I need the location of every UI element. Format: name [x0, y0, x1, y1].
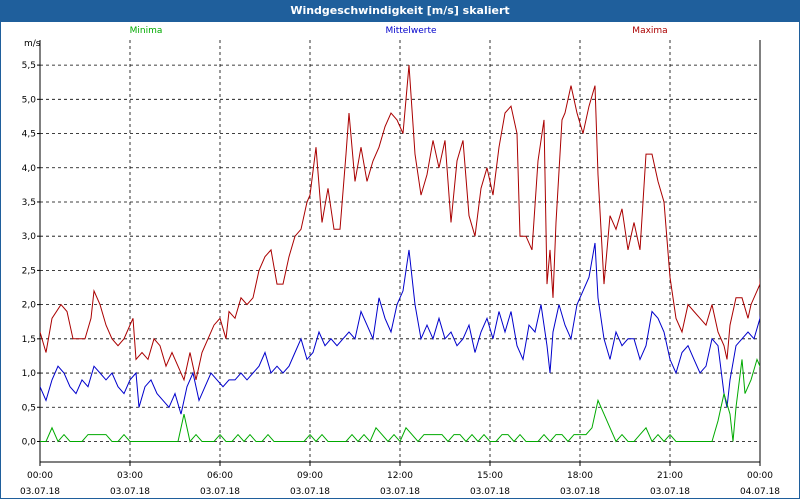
- x-tick-label-date: 03.07.18: [110, 487, 150, 497]
- x-tick-label-date: 03.07.18: [470, 487, 510, 497]
- x-tick-label-time: 21:00: [657, 471, 683, 481]
- series-line-mittelwerte: [40, 242, 760, 415]
- x-tick-label-date: 04.07.18: [740, 487, 780, 497]
- y-tick-label: 0,5: [22, 403, 36, 413]
- y-tick-label: 1,5: [22, 335, 36, 345]
- y-tick-label: 4,5: [22, 130, 36, 140]
- x-tick-label-date: 03.07.18: [380, 487, 420, 497]
- x-tick-label-time: 06:00: [207, 471, 233, 481]
- x-tick-label-date: 03.07.18: [20, 487, 60, 497]
- x-tick-label-date: 03.07.18: [200, 487, 240, 497]
- x-tick-label-date: 03.07.18: [650, 487, 690, 497]
- y-tick-label: 1,0: [22, 369, 37, 379]
- y-tick-label: 3,5: [22, 198, 36, 208]
- y-tick-label: 5,0: [22, 95, 37, 105]
- series-line-maxima: [40, 65, 760, 382]
- y-tick-label: 0,0: [22, 437, 37, 447]
- y-tick-label: 2,0: [22, 301, 37, 311]
- y-tick-label: 5,5: [22, 61, 36, 71]
- x-tick-label-time: 00:00: [27, 471, 53, 481]
- x-tick-label-date: 03.07.18: [290, 487, 330, 497]
- x-tick-label-date: 03.07.18: [560, 487, 600, 497]
- x-tick-label-time: 15:00: [477, 471, 503, 481]
- y-tick-label: 3,0: [22, 232, 37, 242]
- y-tick-label: 2,5: [22, 266, 36, 276]
- chart-svg: m/s 0,0 0,5 1,0 1,5 2,0 2,5 3,0 3,5 4,0 4,5 5,0 5,5…: [20, 39, 780, 497]
- x-tick-label-time: 03:00: [117, 471, 143, 481]
- x-tick-label-time: 18:00: [567, 471, 593, 481]
- x-tick-label-time: 00:00: [747, 471, 773, 481]
- x-tick-label-time: 09:00: [297, 471, 323, 481]
- x-tick-label-time: 12:00: [387, 471, 413, 481]
- y-axis-label: m/s: [24, 39, 41, 49]
- y-tick-label: 4,0: [22, 164, 37, 174]
